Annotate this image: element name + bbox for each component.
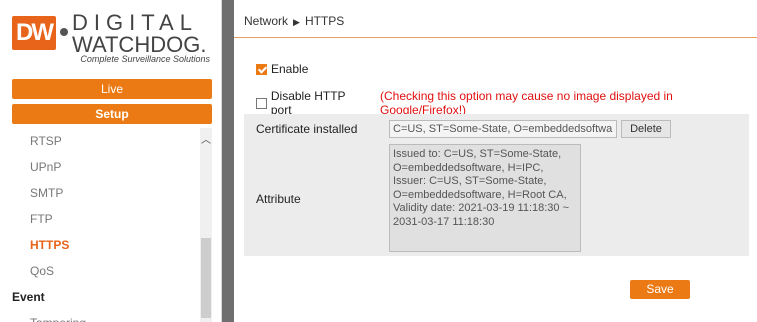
disable-http-label: Disable HTTP port [270,89,346,117]
panel-divider [222,0,234,322]
sidebar-scrollbar[interactable]: ︿ [200,128,212,322]
header-divider [234,37,757,38]
menu-item-upnp[interactable]: UPnP [0,154,200,180]
menu-item-smtp[interactable]: SMTP [0,180,200,206]
certificate-panel: Certificate installed C=US, ST=Some-Stat… [244,114,749,256]
breadcrumb-parent: Network [244,14,289,28]
scroll-up-icon[interactable]: ︿ [201,136,211,146]
scroll-thumb[interactable] [201,238,211,318]
menu-item-rtsp[interactable]: RTSP [0,128,200,154]
delete-button[interactable]: Delete [621,120,671,138]
setup-menu: RTSP UPnP SMTP FTP HTTPS QoS Event Tampe… [0,128,200,322]
brand-logo: DW DIGITAL WATCHDOG. Complete Surveillan… [10,8,210,66]
certificate-label: Certificate installed [256,122,358,136]
breadcrumb-current: HTTPS [304,14,345,28]
disable-http-checkbox[interactable] [256,97,267,109]
breadcrumb: Network ▶ HTTPS [244,14,344,28]
menu-item-ftp[interactable]: FTP [0,206,200,232]
logo-dot-icon [60,28,68,36]
warning-text: (Checking this option may cause no image… [380,89,673,117]
enable-checkbox[interactable] [256,63,267,75]
menu-item-tampering[interactable]: Tampering [0,310,200,322]
breadcrumb-separator-icon: ▶ [293,17,300,27]
disable-http-row: Disable HTTP port (Checking this option … [256,89,757,117]
save-button[interactable]: Save [630,280,690,299]
sidebar: DW DIGITAL WATCHDOG. Complete Surveillan… [0,0,222,322]
setup-button[interactable]: Setup [12,104,212,124]
logo-dw-mark: DW [12,16,56,50]
logo-tagline: Complete Surveillance Solutions [80,54,210,64]
enable-row: Enable [256,62,308,76]
menu-item-qos[interactable]: QoS [0,258,200,284]
attribute-label: Attribute [256,192,301,206]
enable-label: Enable [271,62,309,76]
main-content: Network ▶ HTTPS Enable Disable HTTP port (… [234,0,757,322]
menu-group-event[interactable]: Event [0,284,200,310]
live-button[interactable]: Live [12,79,212,99]
menu-item-https[interactable]: HTTPS [0,232,200,258]
certificate-field[interactable]: C=US, ST=Some-State, O=embeddedsoftwa [389,120,617,138]
attribute-textarea[interactable]: Issued to: C=US, ST=Some-State, O=embedd… [389,144,581,252]
